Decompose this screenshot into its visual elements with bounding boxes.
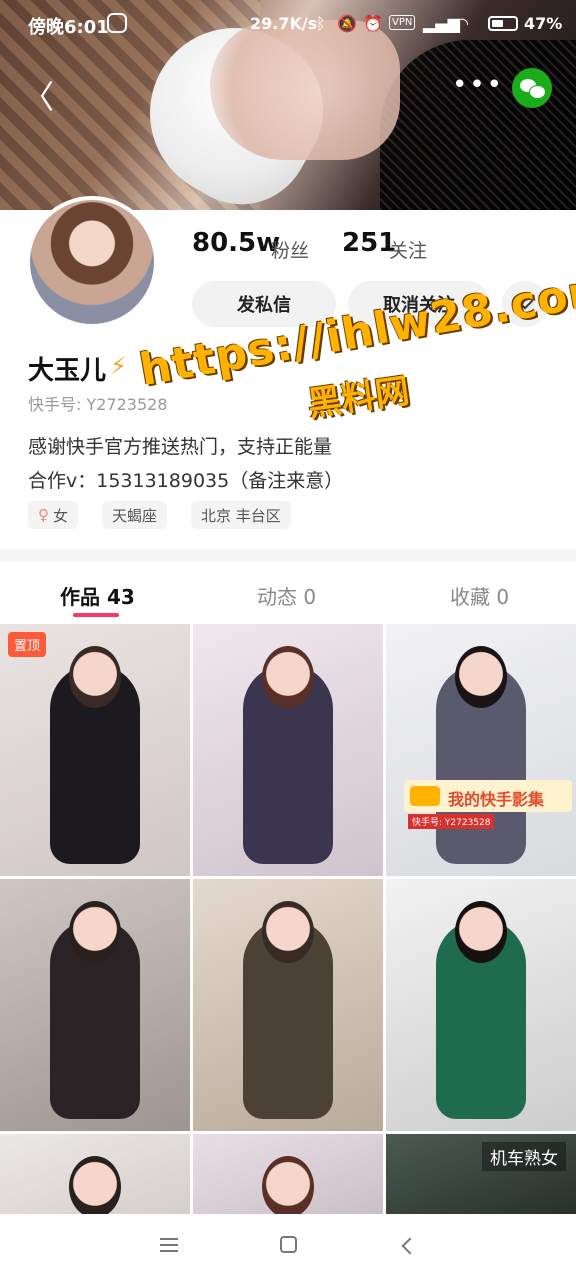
- watermark-site: 黑料网: [305, 371, 412, 425]
- video-thumbnail[interactable]: [0, 1134, 190, 1214]
- location-tag: 北京 丰台区: [191, 501, 291, 529]
- thumbnail-face: [455, 646, 507, 708]
- thumbnail-face: [69, 901, 121, 963]
- female-icon: ♀: [38, 506, 49, 524]
- recent-apps-icon[interactable]: [160, 1238, 178, 1252]
- video-caption-tag: 机车熟女: [482, 1142, 566, 1171]
- lightning-badge-icon: ⚡: [110, 352, 127, 380]
- following-label[interactable]: 关注: [389, 236, 427, 263]
- tab-active-indicator: [73, 613, 119, 617]
- location-tag-label: 北京 丰台区: [201, 506, 281, 525]
- bio-line-2: 合作v：15313189035（备注来意）: [28, 470, 344, 492]
- followers-label[interactable]: 粉丝: [271, 236, 309, 263]
- more-options-icon[interactable]: •••: [452, 70, 504, 100]
- zodiac-tag-label: 天蝎座: [112, 506, 158, 525]
- thumbnail-face: [69, 1156, 121, 1214]
- vpn-badge: VPN: [389, 15, 416, 30]
- video-thumbnail[interactable]: 机车熟女: [386, 1134, 576, 1214]
- tab-works[interactable]: 作品 43: [60, 581, 135, 610]
- video-grid: 置顶 我的快手影集 快手号: Y2723528 机车熟女: [0, 624, 576, 1214]
- video-thumbnail[interactable]: 我的快手影集 快手号: Y2723528: [386, 624, 576, 876]
- video-thumbnail[interactable]: 置顶: [0, 624, 190, 876]
- network-speed: 29.7K/s: [250, 14, 318, 33]
- zodiac-tag: 天蝎座: [102, 501, 168, 529]
- status-bar: 傍晚6:01 29.7K/s ᛒ 🔕 ⏰ VPN ▂▄▆ ◠ 47%: [0, 0, 576, 48]
- cover-stocking: [380, 40, 576, 210]
- gender-tag: ♀ 女: [28, 501, 79, 529]
- bio-line-1: 感谢快手官方推送热门，支持正能量: [28, 436, 333, 458]
- play-album-icon: [410, 786, 440, 806]
- pinned-badge: 置顶: [8, 632, 47, 657]
- notification-app-icon: [107, 13, 127, 33]
- status-time: 傍晚6:01: [28, 17, 109, 38]
- wechat-icon[interactable]: [512, 68, 552, 108]
- album-promo-id: 快手号: Y2723528: [408, 814, 495, 829]
- battery-percent: 47%: [524, 14, 563, 33]
- thumbnail-face: [69, 646, 121, 708]
- thumbnail-face: [262, 646, 314, 708]
- thumbnail-face: [262, 901, 314, 963]
- video-thumbnail[interactable]: [386, 879, 576, 1131]
- home-icon[interactable]: [280, 1236, 297, 1253]
- nav-back-icon[interactable]: [401, 1237, 419, 1255]
- tab-favorites[interactable]: 收藏 0: [450, 581, 509, 610]
- avatar[interactable]: [26, 196, 158, 328]
- tab-moments[interactable]: 动态 0: [257, 581, 316, 610]
- album-promo-banner: 我的快手影集: [404, 780, 572, 812]
- system-nav-bar: [0, 1214, 576, 1280]
- video-thumbnail[interactable]: [193, 879, 383, 1131]
- wifi-icon: ◠: [455, 14, 469, 33]
- video-thumbnail[interactable]: [0, 879, 190, 1131]
- video-thumbnail[interactable]: [193, 624, 383, 876]
- alarm-icon: ⏰: [363, 14, 383, 33]
- gender-tag-label: 女: [53, 506, 69, 525]
- section-divider: [0, 549, 576, 561]
- followers-count[interactable]: 80.5w: [192, 228, 280, 258]
- thumbnail-face: [262, 1156, 314, 1214]
- bluetooth-icon: ᛒ: [316, 14, 326, 33]
- back-arrow-icon[interactable]: 〈: [22, 72, 54, 118]
- battery-icon: [488, 16, 518, 31]
- album-promo-text: 我的快手影集: [448, 790, 545, 809]
- mute-bell-icon: 🔕: [337, 14, 357, 33]
- thumbnail-face: [455, 901, 507, 963]
- profile-name: 大玉儿: [28, 356, 107, 386]
- video-thumbnail[interactable]: [193, 1134, 383, 1214]
